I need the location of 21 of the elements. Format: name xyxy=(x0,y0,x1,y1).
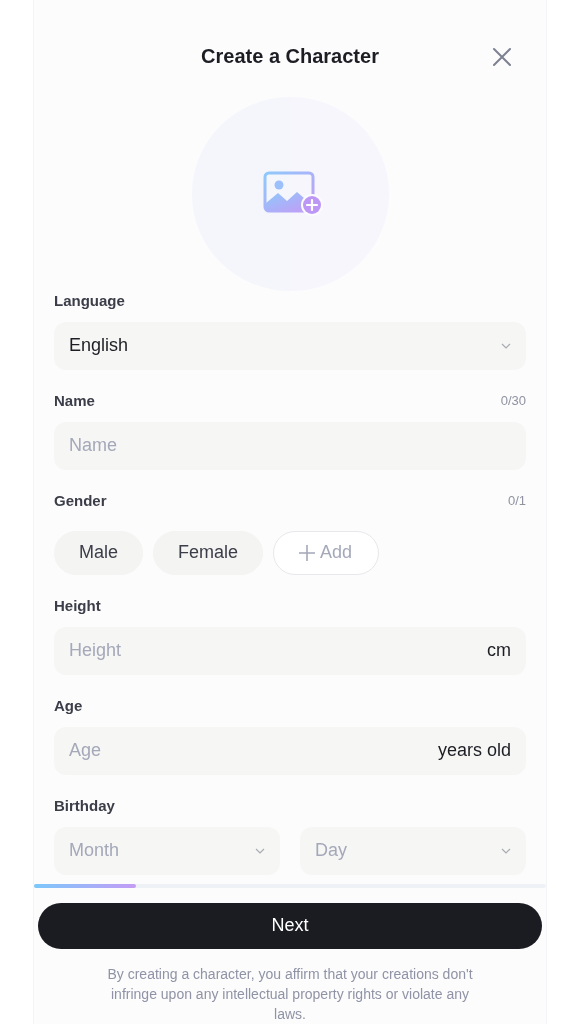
number-input[interactable]: Age xyxy=(69,740,430,762)
field-label: Birthday xyxy=(54,797,115,815)
unit-text: years old xyxy=(437,740,511,762)
character-counter: 0/30 xyxy=(500,393,526,409)
field-label: Language xyxy=(54,292,125,310)
gender-chip[interactable]: Male xyxy=(54,530,143,575)
next-button[interactable]: Next xyxy=(38,902,542,949)
language-select[interactable]: English xyxy=(54,321,526,370)
dialog-title: Create a Character xyxy=(201,45,379,69)
field-label: Name xyxy=(54,392,95,410)
gender-chip[interactable]: Female xyxy=(153,530,264,575)
number-field[interactable]: Age years old xyxy=(54,726,526,775)
field-label: Height xyxy=(54,597,101,615)
number-field[interactable]: Height cm xyxy=(54,626,526,675)
character-counter: 0/1 xyxy=(507,493,526,509)
unit-text: cm xyxy=(487,640,511,662)
field-label: Age xyxy=(54,697,83,715)
number-input[interactable]: Height xyxy=(69,640,479,662)
name-field[interactable]: Name xyxy=(54,421,526,470)
field-label: Gender xyxy=(54,492,107,510)
disclaimer-text: By creating a character, you affirm that your creations don't infringe upon any intellectual property rights or violate any laws. xyxy=(106,965,474,1024)
